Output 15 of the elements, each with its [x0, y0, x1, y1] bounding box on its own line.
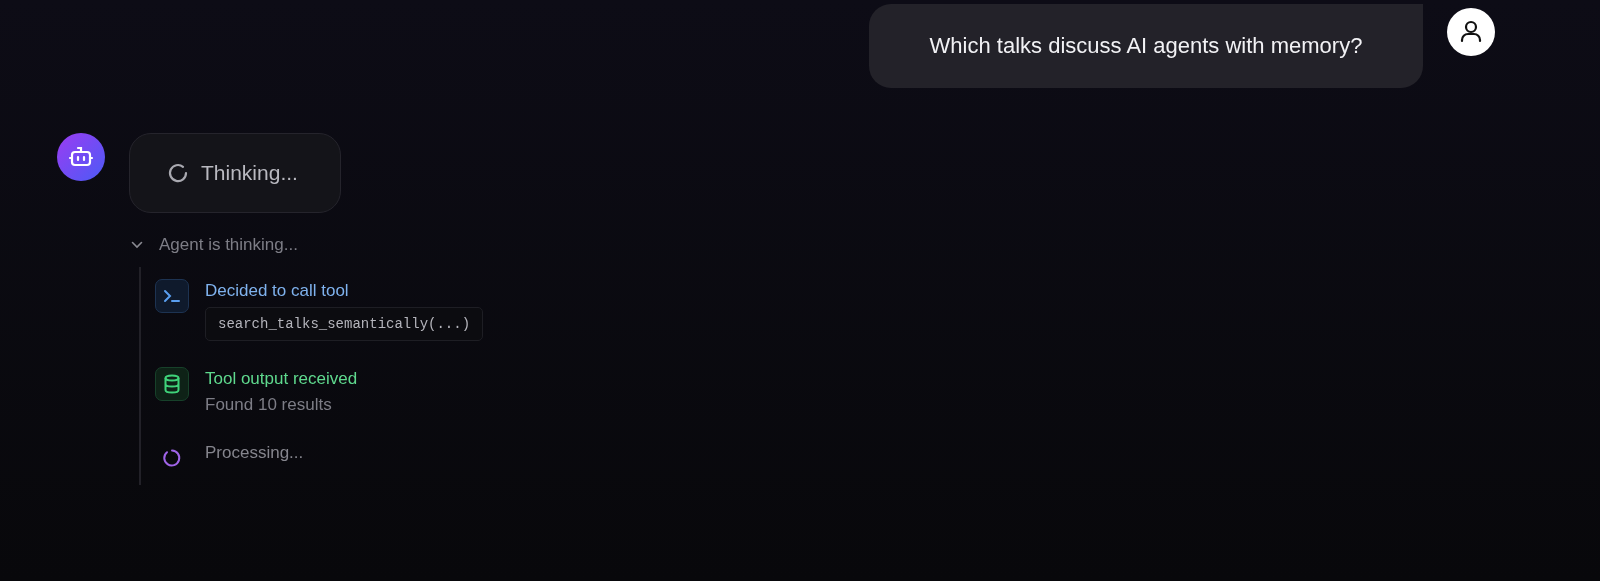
robot-avatar-icon	[57, 133, 105, 181]
chevron-down-icon[interactable]	[131, 241, 143, 249]
code-snippet: search_talks_semantically(...)	[205, 307, 484, 341]
step-detail: Found 10 results	[205, 395, 333, 415]
terminal-icon	[155, 279, 189, 313]
loading-spinner-icon	[167, 162, 189, 184]
user-avatar-icon	[1447, 8, 1495, 56]
thinking-status: Thinking...	[201, 161, 298, 185]
step-title: Decided to call tool	[205, 281, 350, 301]
step-title: Tool output received	[205, 369, 358, 389]
trace-toggle[interactable]: Agent is thinking...	[131, 235, 298, 255]
step-title: Processing...	[205, 443, 304, 463]
loading-spinner-icon	[162, 448, 182, 468]
user-message-bubble: Which talks discuss AI agents with memory?	[869, 4, 1423, 88]
database-icon	[155, 367, 189, 401]
